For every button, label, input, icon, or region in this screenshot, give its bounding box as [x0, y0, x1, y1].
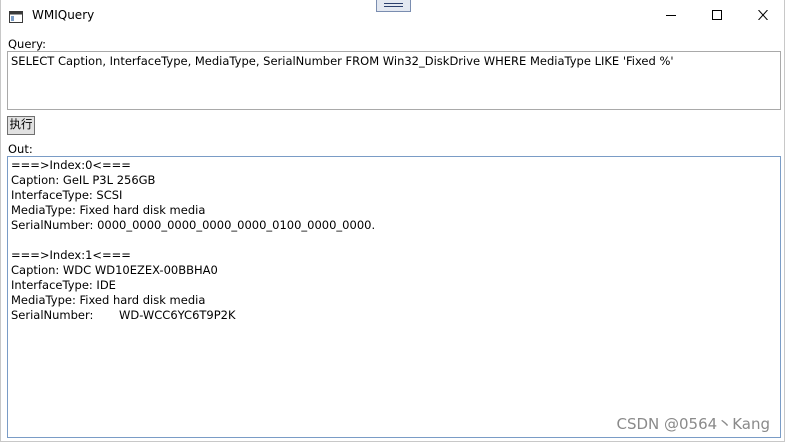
output-line: SerialNumber: WD-WCC6YC6T9P2K [11, 308, 236, 322]
query-label: Query: [8, 37, 46, 51]
output-textarea[interactable]: ===>Index:0<=== Caption: GeIL P3L 256GB … [7, 156, 781, 438]
maximize-icon [712, 10, 722, 20]
title-bar[interactable]: WMIQuery [1, 0, 784, 30]
close-icon [758, 10, 768, 20]
execute-button[interactable]: 执行 [7, 116, 35, 135]
minimize-icon [666, 15, 676, 16]
output-line: ===>Index:0<=== [11, 158, 131, 172]
maximize-button[interactable] [694, 0, 740, 30]
output-line: MediaType: Fixed hard disk media [11, 293, 206, 307]
output-line: InterfaceType: SCSI [11, 188, 123, 202]
grip-line [384, 3, 403, 4]
output-line: Caption: GeIL P3L 256GB [11, 173, 156, 187]
grip-line [384, 6, 403, 7]
output-label: Out: [8, 142, 33, 156]
drag-grip-handle[interactable] [376, 0, 411, 12]
query-input[interactable]: SELECT Caption, InterfaceType, MediaType… [7, 51, 781, 110]
query-text: SELECT Caption, InterfaceType, MediaType… [11, 54, 674, 68]
window-app-icon [9, 8, 23, 23]
watermark-text: CSDN @0564丶Kang [616, 415, 770, 433]
app-window: WMIQuery Query: SELECT Caption, Interfac… [0, 0, 785, 442]
output-line: Caption: WDC WD10EZEX-00BBHA0 [11, 263, 218, 277]
window-title: WMIQuery [32, 8, 95, 22]
close-button[interactable] [740, 0, 784, 30]
minimize-button[interactable] [648, 0, 694, 30]
output-line: MediaType: Fixed hard disk media [11, 203, 206, 217]
output-line: ===>Index:1<=== [11, 248, 131, 262]
output-line: InterfaceType: IDE [11, 278, 116, 292]
output-line: SerialNumber: 0000_0000_0000_0000_0000_0… [11, 218, 376, 232]
